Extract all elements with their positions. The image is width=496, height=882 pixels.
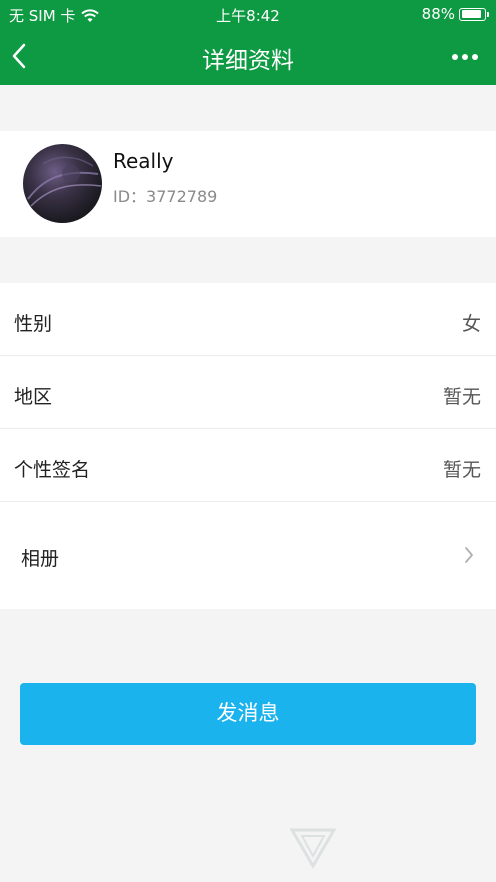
info-row-gender: 性别 女 (0, 283, 496, 356)
profile-id: ID：3772789 (113, 187, 218, 206)
profile-card[interactable]: Really ID：3772789 (0, 131, 496, 237)
battery-group: 88% (421, 5, 489, 23)
album-label: 相册 (21, 548, 60, 570)
region-label: 地区 (14, 386, 53, 408)
avatar-image (27, 156, 102, 207)
info-row-signature: 个性签名 暂无 (0, 429, 496, 502)
send-message-button[interactable]: 发消息 (20, 683, 476, 745)
more-horizontal-icon (452, 54, 458, 60)
status-bar: 无 SIM 卡 上午8:42 88% (0, 0, 496, 28)
app-header: 无 SIM 卡 上午8:42 88% 详细资料 (0, 0, 496, 85)
battery-percent: 88% (421, 5, 455, 23)
watermark-logo (290, 826, 336, 870)
avatar[interactable] (23, 144, 102, 223)
region-value: 暂无 (442, 386, 481, 408)
info-row-album[interactable]: 相册 (0, 502, 496, 609)
profile-name: Really (113, 149, 174, 173)
battery-icon (459, 7, 489, 21)
info-list: 性别 女 地区 暂无 个性签名 暂无 相册 (0, 283, 496, 609)
more-button[interactable] (452, 54, 478, 60)
nav-bar: 详细资料 (0, 28, 496, 85)
info-row-region: 地区 暂无 (0, 356, 496, 429)
signature-label: 个性签名 (14, 459, 91, 481)
gender-label: 性别 (14, 313, 53, 335)
gender-value: 女 (461, 313, 481, 335)
watermark-icon (290, 828, 336, 869)
chevron-right-icon (465, 547, 473, 563)
signature-value: 暂无 (442, 459, 481, 481)
page-title: 详细资料 (202, 48, 294, 74)
